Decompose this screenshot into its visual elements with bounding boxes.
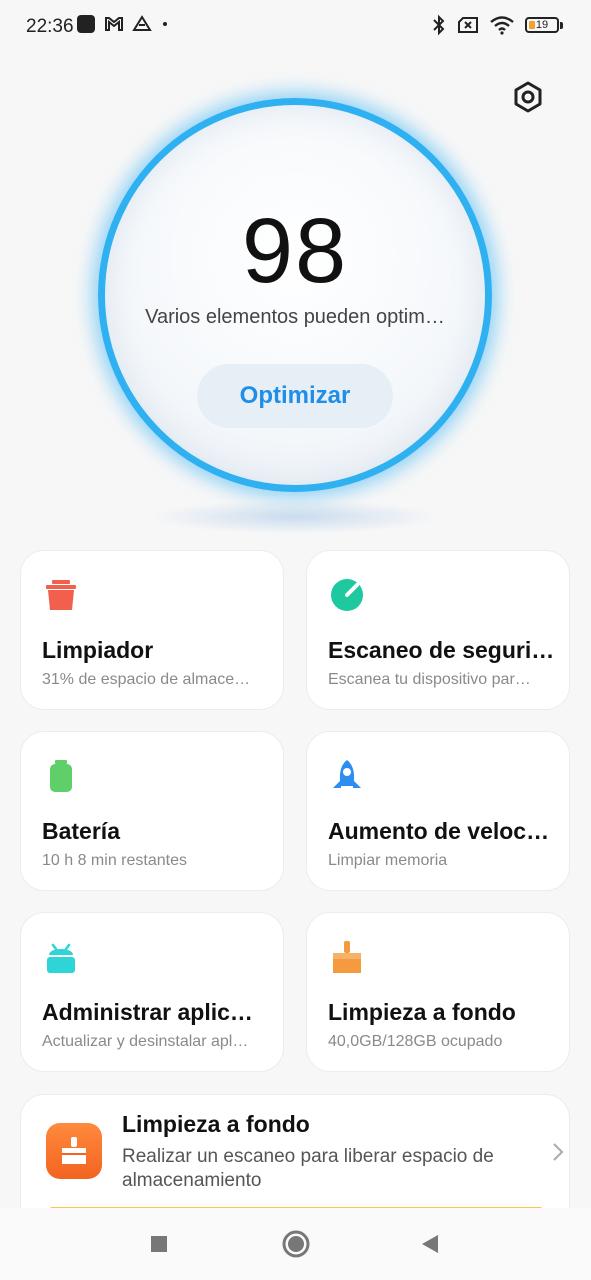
status-bar: 22:36 19 <box>0 0 591 54</box>
card-cleaner[interactable]: Limpiador 31% de espacio de almace… <box>20 550 284 710</box>
recents-button[interactable] <box>143 1228 175 1260</box>
card-subtitle: 31% de espacio de almace… <box>42 671 251 688</box>
card-subtitle: Actualizar y desinstalar apl… <box>42 1033 249 1050</box>
battery-level: 19 <box>535 19 549 31</box>
back-icon <box>422 1235 438 1253</box>
dot-icon <box>163 22 167 26</box>
wifi-icon <box>490 16 514 35</box>
score-value: 98 <box>241 200 349 302</box>
card-subtitle: Limpiar memoria <box>328 852 448 869</box>
trash-icon <box>46 580 76 610</box>
card-security-scan[interactable]: Escaneo de seguri… Escanea tu dispositiv… <box>306 550 570 710</box>
navigation-bar <box>0 1208 591 1280</box>
card-title: Administrar aplic… <box>42 999 253 1025</box>
rocket-icon <box>333 760 361 788</box>
card-manage-apps[interactable]: Administrar aplic… Actualizar y desinsta… <box>20 912 284 1072</box>
deep-clean-icon <box>46 1123 102 1179</box>
card-subtitle: 40,0GB/128GB ocupado <box>328 1033 503 1050</box>
no-sim-icon <box>458 17 478 33</box>
drive-icon <box>132 15 152 31</box>
status-right-icons: 19 <box>431 14 563 36</box>
square-app-icon <box>77 15 95 33</box>
card-title: Aumento de veloc… <box>328 818 550 844</box>
score-description: Varios elementos pueden optim… <box>145 306 445 328</box>
back-button[interactable] <box>414 1228 446 1260</box>
battery-icon <box>50 760 72 792</box>
battery-icon: 19 <box>525 17 559 33</box>
battery-indicator: 19 <box>525 17 563 33</box>
score-shadow <box>150 500 440 534</box>
card-subtitle: 10 h 8 min restantes <box>42 852 187 869</box>
gmail-icon <box>105 17 123 31</box>
broom-white-icon <box>62 1137 86 1164</box>
banner-description: Realizar un escaneo para liberar espacio… <box>122 1146 494 1191</box>
status-time: 22:36 <box>26 16 74 37</box>
android-icon <box>47 943 75 973</box>
card-title: Batería <box>42 818 120 844</box>
card-speed-boost[interactable]: Aumento de veloc… Limpiar memoria <box>306 731 570 891</box>
recents-icon <box>151 1236 167 1252</box>
home-button[interactable] <box>280 1228 312 1260</box>
broom-icon <box>333 941 361 973</box>
card-title: Escaneo de seguri… <box>328 637 555 663</box>
card-title: Limpiador <box>42 637 154 663</box>
settings-button[interactable] <box>510 79 546 115</box>
banner-title: Limpieza a fondo <box>122 1111 310 1137</box>
home-icon <box>282 1230 310 1258</box>
security-scan-icon <box>331 579 363 611</box>
card-title: Limpieza a fondo <box>328 999 516 1025</box>
card-deep-clean[interactable]: Limpieza a fondo 40,0GB/128GB ocupado <box>306 912 570 1072</box>
status-left-icons <box>76 14 170 34</box>
bluetooth-icon <box>433 14 445 36</box>
optimize-button[interactable]: Optimizar <box>197 364 393 428</box>
settings-hex-icon <box>514 81 542 113</box>
card-subtitle: Escanea tu dispositivo par… <box>328 671 531 688</box>
chevron-right-icon <box>553 1143 564 1161</box>
card-battery[interactable]: Batería 10 h 8 min restantes <box>20 731 284 891</box>
